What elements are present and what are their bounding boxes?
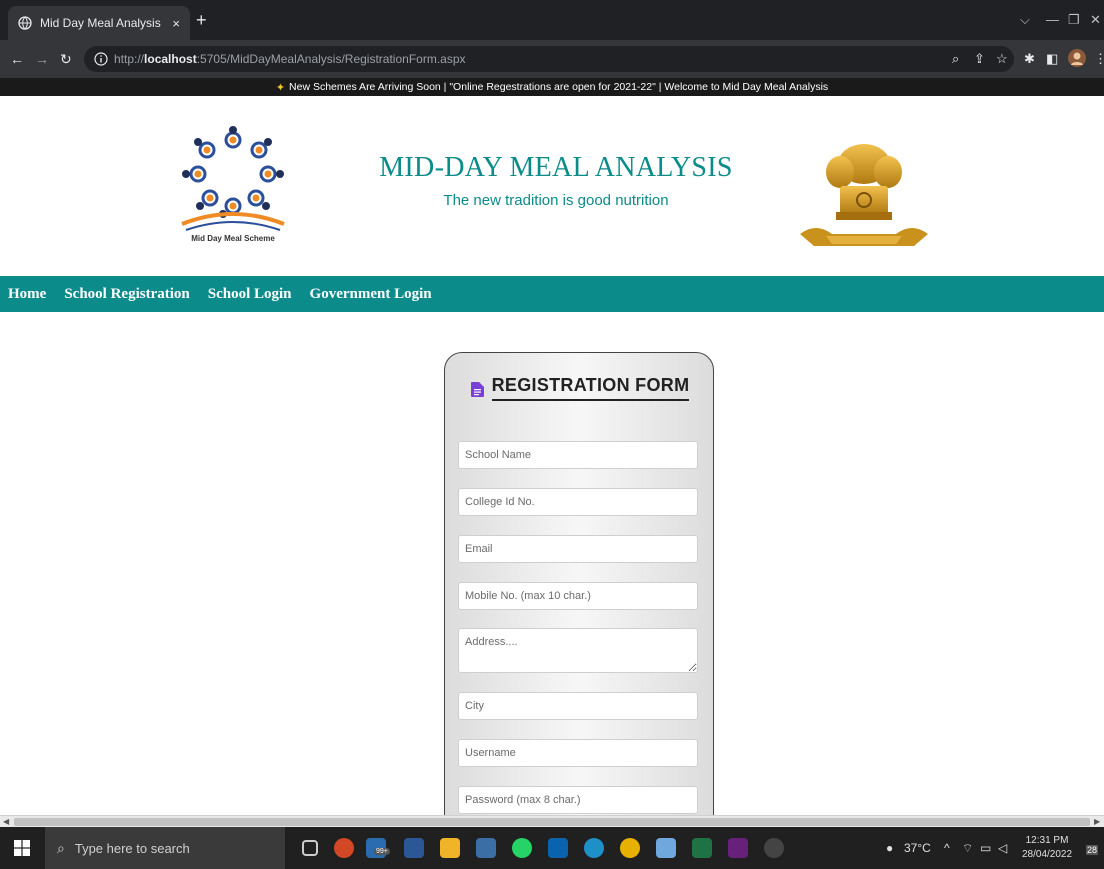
task-view-icon[interactable] <box>302 840 318 856</box>
taskbar-search-placeholder: Type here to search <box>74 840 190 856</box>
taskbar-clock[interactable]: 12:31 PM 28/04/2022 <box>1022 834 1072 862</box>
url-text: http://localhost:5705/MidDayMealAnalysis… <box>114 52 466 66</box>
new-tab-button[interactable]: + <box>196 11 207 29</box>
children-circle-icon <box>181 126 285 231</box>
national-emblem-icon <box>800 144 928 246</box>
mobile-input[interactable] <box>458 582 698 610</box>
windows-taskbar: ⌕ Type here to search 99+ ● 37°C ^ ⌔ ▭ ◁… <box>0 827 1104 869</box>
document-icon <box>470 381 484 397</box>
scrollbar-thumb[interactable] <box>14 818 1090 826</box>
browser-tab-bar: Mid Day Meal Analysis × + ⌵ — ❐ ✕ <box>0 0 1104 40</box>
logo-caption: Mid Day Meal Scheme <box>191 234 275 243</box>
chrome-active-icon[interactable] <box>764 838 784 858</box>
tray-chevron-icon[interactable]: ^ <box>944 841 950 855</box>
sparkle-icon: ✦ <box>275 81 286 94</box>
menu-icon[interactable]: ⋮ <box>1094 51 1104 67</box>
battery-icon[interactable]: ▭ <box>980 841 991 855</box>
file-explorer-icon[interactable] <box>440 838 460 858</box>
site-subtitle: The new tradition is good nutrition <box>443 192 669 209</box>
speaker-icon[interactable]: ◁ <box>998 841 1007 855</box>
outlook-icon[interactable] <box>548 838 568 858</box>
weather-icon[interactable]: ● <box>886 841 893 855</box>
page-viewport: ✦ New Schemes Are Arriving Soon | "Onlin… <box>0 78 1104 815</box>
profile-icon[interactable] <box>1068 49 1086 70</box>
taskbar-search[interactable]: ⌕ Type here to search <box>45 827 285 869</box>
calculator-icon[interactable] <box>476 838 496 858</box>
nav-school-registration[interactable]: School Registration <box>64 286 189 303</box>
site-header: Mid Day Meal Scheme MID-DAY MEAL ANALYSI… <box>0 96 1104 256</box>
tab-close-icon[interactable]: × <box>172 16 180 31</box>
horizontal-scrollbar[interactable]: ◀ ▶ <box>0 815 1104 827</box>
college-id-input[interactable] <box>458 488 698 516</box>
close-window-icon[interactable]: ✕ <box>1090 12 1101 28</box>
word-icon[interactable] <box>404 838 424 858</box>
main-navbar: Home School Registration School Login Go… <box>0 276 1104 312</box>
network-icon[interactable]: ⌔ <box>962 841 973 856</box>
form-header: REGISTRATION FORM <box>445 375 715 401</box>
powerpoint-icon[interactable] <box>334 838 354 858</box>
address-textarea[interactable] <box>458 628 698 673</box>
extensions-icon[interactable]: ✱ <box>1024 51 1035 67</box>
bookmark-star-icon[interactable]: ☆ <box>996 51 1008 67</box>
edge-icon[interactable] <box>584 838 604 858</box>
minimize-icon[interactable]: — <box>1046 12 1059 27</box>
share-icon[interactable]: ⇪ <box>974 51 985 67</box>
tab-title: Mid Day Meal Analysis <box>40 16 161 30</box>
notification-icon[interactable]: 28 <box>1082 839 1100 857</box>
sidebar-icon[interactable]: ◧ <box>1046 51 1058 67</box>
address-bar[interactable]: http://localhost:5705/MidDayMealAnalysis… <box>84 46 1014 72</box>
form-title: REGISTRATION FORM <box>491 375 690 401</box>
browser-toolbar: ← → ↻ http://localhost:5705/MidDayMealAn… <box>0 40 1104 78</box>
clock-date: 28/04/2022 <box>1022 849 1073 860</box>
visual-studio-icon[interactable] <box>728 838 748 858</box>
whatsapp-icon[interactable] <box>512 838 532 858</box>
nav-government-login[interactable]: Government Login <box>310 286 432 303</box>
nav-home[interactable]: Home <box>8 286 46 303</box>
nav-school-login[interactable]: School Login <box>208 286 292 303</box>
chrome-icon[interactable] <box>620 838 640 858</box>
announcement-marquee: ✦ New Schemes Are Arriving Soon | "Onlin… <box>0 78 1104 96</box>
store-icon[interactable]: 99+ <box>366 838 390 858</box>
tab-search-icon[interactable]: ⌵ <box>1020 12 1030 28</box>
username-input[interactable] <box>458 739 698 767</box>
city-input[interactable] <box>458 692 698 720</box>
marquee-text: New Schemes Are Arriving Soon | "Online … <box>289 81 829 93</box>
globe-icon <box>18 16 32 30</box>
site-title: MID-DAY MEAL ANALYSIS <box>379 152 733 183</box>
school-name-input[interactable] <box>458 441 698 469</box>
weather-temp[interactable]: 37°C <box>904 841 931 855</box>
notification-count: 28 <box>1086 845 1099 855</box>
forward-arrow-icon[interactable]: → <box>35 51 49 67</box>
restore-icon[interactable]: ❐ <box>1068 12 1080 28</box>
store-badge: 99+ <box>374 848 390 855</box>
password-input[interactable] <box>458 786 698 814</box>
info-icon[interactable] <box>94 52 108 66</box>
zoom-icon[interactable]: ⌕ <box>952 51 959 67</box>
notepad-icon[interactable] <box>656 838 676 858</box>
email-input[interactable] <box>458 535 698 563</box>
clock-time: 12:31 PM <box>1025 835 1069 846</box>
registration-form: REGISTRATION FORM <box>444 352 714 815</box>
search-icon: ⌕ <box>57 839 65 856</box>
browser-tab[interactable]: Mid Day Meal Analysis × <box>8 6 190 40</box>
windows-start-icon[interactable] <box>14 840 30 856</box>
back-arrow-icon[interactable]: ← <box>10 51 24 67</box>
mid-day-meal-logo: Mid Day Meal Scheme <box>176 126 290 243</box>
reload-icon[interactable]: ↻ <box>60 51 72 68</box>
excel-icon[interactable] <box>692 838 712 858</box>
